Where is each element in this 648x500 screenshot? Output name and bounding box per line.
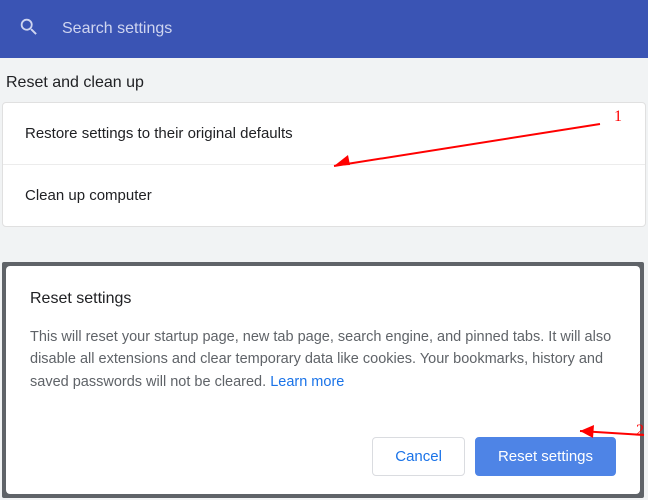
settings-list: Restore settings to their original defau… (2, 102, 646, 227)
dialog-body: This will reset your startup page, new t… (30, 326, 616, 393)
dialog-actions: Cancel Reset settings (30, 437, 616, 476)
reset-dialog: Reset settings This will reset your star… (6, 266, 640, 494)
learn-more-link[interactable]: Learn more (270, 374, 344, 390)
section-header: Reset and clean up (0, 58, 648, 102)
dialog-backdrop: Reset settings This will reset your star… (2, 262, 644, 498)
section-title: Reset and clean up (6, 74, 648, 92)
search-input[interactable] (62, 20, 630, 38)
reset-settings-button[interactable]: Reset settings (475, 437, 616, 476)
search-bar (0, 0, 648, 58)
cleanup-computer-item[interactable]: Clean up computer (3, 165, 645, 226)
restore-settings-item[interactable]: Restore settings to their original defau… (3, 103, 645, 165)
dialog-title: Reset settings (30, 290, 616, 308)
cancel-button[interactable]: Cancel (372, 437, 465, 476)
search-icon (18, 16, 40, 43)
